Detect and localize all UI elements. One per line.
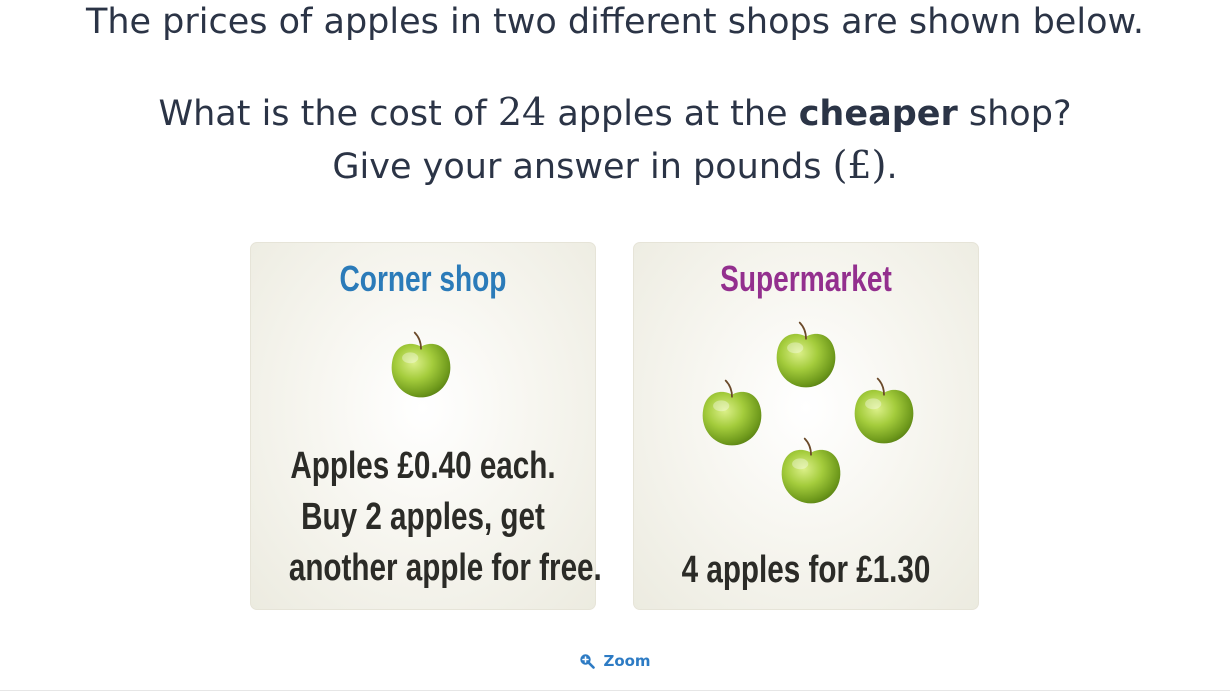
supermarket-offer: 4 apples for £1.30 — [681, 549, 931, 591]
corner-shop-price: Apples £0.40 each. — [290, 445, 556, 487]
corner-shop-offer-line2: another apple for free. — [288, 547, 602, 589]
question-prompt: What is the cost of 24 apples at the che… — [158, 90, 1072, 134]
apple-icon — [770, 319, 842, 391]
apple-icon — [696, 377, 768, 449]
supermarket-card: Supermarket 4 apples for £1.30 — [633, 242, 979, 610]
zoom-label: Zoom — [603, 652, 651, 670]
apple-icon — [775, 435, 847, 507]
divider — [0, 690, 1230, 691]
prompt-number: 24 — [497, 90, 547, 134]
currency-symbol: (£) — [832, 143, 887, 187]
supermarket-title: Supermarket — [720, 258, 892, 299]
corner-shop-title: Corner shop — [339, 258, 507, 299]
corner-shop-offer-line1: Buy 2 apples, get — [301, 496, 545, 538]
zoom-button-row: Zoom — [0, 652, 1230, 673]
question-instruction: Give your answer in pounds (£). — [332, 143, 898, 187]
apple-icon — [848, 375, 920, 447]
prompt-emphasis: cheaper — [798, 94, 958, 134]
zoom-in-icon — [580, 654, 596, 669]
zoom-button[interactable]: Zoom — [579, 652, 651, 670]
question-intro: The prices of apples in two different sh… — [85, 2, 1145, 42]
apple-icon — [385, 329, 457, 401]
corner-shop-card: Corner shop Apples £0.40 each. Buy 2 app… — [250, 242, 602, 610]
